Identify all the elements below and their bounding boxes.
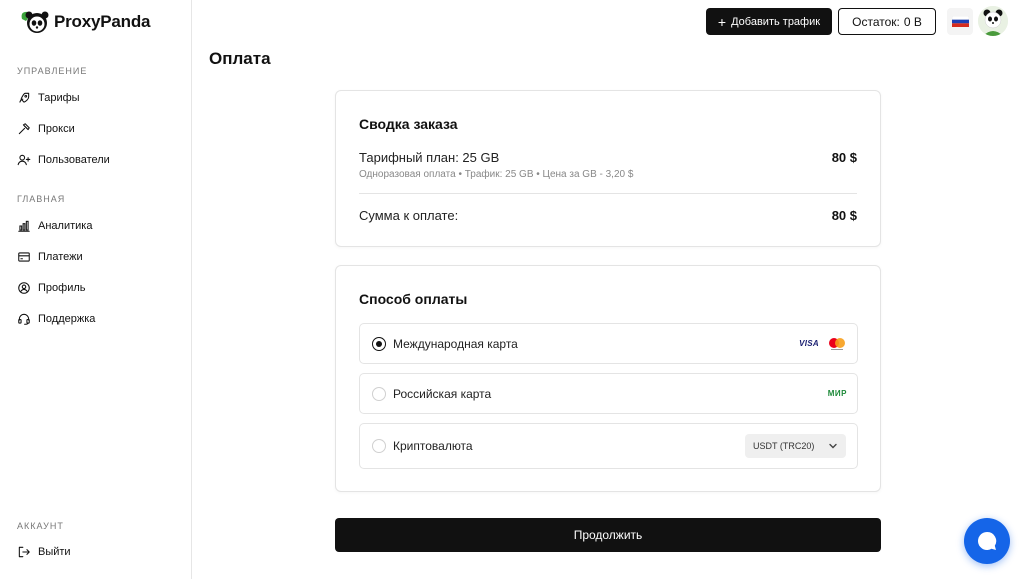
sidebar-item-tariffs[interactable]: Тарифы — [17, 91, 80, 105]
add-traffic-label: Добавить трафик — [731, 15, 821, 28]
chat-bubble-icon — [978, 531, 997, 550]
order-summary-card: Сводка заказа Тарифный план: 25 GB 80 $ … — [335, 90, 881, 247]
total-value: 80 $ — [831, 208, 857, 223]
logo[interactable]: ProxyPanda — [20, 9, 150, 35]
profile-icon — [18, 282, 30, 294]
sidebar-item-proxy[interactable]: Прокси — [17, 122, 75, 136]
total-label: Сумма к оплате: — [359, 208, 459, 223]
hammer-icon — [18, 123, 30, 135]
mir-icon: МИР — [827, 389, 847, 398]
plus-icon: + — [717, 13, 727, 30]
sidebar-item-label: Поддержка — [38, 313, 96, 325]
sidebar-item-users[interactable]: Пользователи — [17, 153, 110, 167]
mastercard-icon — [829, 338, 845, 350]
section-title-management: УПРАВЛЕНИЕ — [17, 66, 88, 76]
balance-label: Остаток: — [852, 14, 900, 29]
visa-icon: VISA — [799, 339, 819, 348]
plan-details: Одноразовая оплата • Трафик: 25 GB • Цен… — [359, 169, 634, 180]
brand-name: ProxyPanda — [54, 12, 151, 31]
option-label: Криптовалюта — [393, 439, 473, 453]
logout-icon — [18, 546, 30, 558]
sidebar-item-payments[interactable]: Платежи — [17, 250, 83, 264]
russia-flag-icon — [951, 16, 969, 27]
payment-method-card: Способ оплаты Международная карта VISA Р… — [335, 265, 881, 492]
chat-widget-button[interactable] — [964, 518, 1010, 564]
add-traffic-button[interactable]: + Добавить трафик — [706, 8, 832, 35]
payment-option-crypto[interactable]: Криптовалюта USDT (TRC20) — [359, 423, 858, 469]
sidebar-item-support[interactable]: Поддержка — [17, 312, 95, 326]
crypto-currency-select[interactable]: USDT (TRC20) — [745, 434, 846, 458]
plan-price: 80 $ — [831, 150, 857, 165]
chevron-down-icon — [829, 443, 837, 449]
sidebar-item-profile[interactable]: Профиль — [17, 281, 86, 295]
avatar[interactable] — [978, 6, 1008, 36]
language-switcher[interactable] — [947, 8, 973, 35]
radio-russian-card[interactable] — [372, 387, 386, 401]
rocket-icon — [19, 92, 30, 103]
bar-chart-icon — [18, 220, 30, 232]
continue-button[interactable]: Продолжить — [335, 518, 881, 552]
radio-international-card[interactable] — [372, 337, 386, 351]
sidebar-item-label: Тарифы — [38, 92, 80, 104]
sidebar-item-label: Аналитика — [38, 220, 93, 232]
payment-method-title: Способ оплаты — [359, 291, 468, 307]
user-plus-icon — [17, 154, 31, 166]
headset-icon — [18, 313, 30, 325]
option-label: Российская карта — [393, 387, 492, 401]
radio-crypto[interactable] — [372, 439, 386, 453]
sidebar-item-analytics[interactable]: Аналитика — [17, 219, 92, 233]
divider — [359, 193, 857, 194]
option-label: Международная карта — [393, 337, 518, 351]
order-summary-title: Сводка заказа — [359, 116, 458, 132]
section-title-main: ГЛАВНАЯ — [17, 194, 66, 204]
page-title: Оплата — [209, 49, 271, 68]
balance-button[interactable]: Остаток: 0 B — [838, 8, 936, 35]
sidebar-item-label: Платежи — [38, 251, 83, 263]
plan-name: Тарифный план: 25 GB — [359, 150, 500, 165]
payment-option-russian-card[interactable]: Российская карта МИР — [359, 373, 858, 414]
sidebar-item-label: Пользователи — [38, 154, 110, 166]
card-icon — [18, 252, 30, 262]
section-title-account: АККАУНТ — [17, 521, 64, 531]
crypto-select-value: USDT (TRC20) — [753, 441, 815, 451]
sidebar-item-label: Прокси — [38, 123, 75, 135]
panda-avatar-icon — [978, 6, 1008, 36]
sidebar-item-logout[interactable]: Выйти — [17, 545, 71, 559]
sidebar-item-label: Выйти — [38, 546, 71, 558]
sidebar: ProxyPanda УПРАВЛЕНИЕ Тарифы Прокси Поль… — [0, 0, 192, 579]
sidebar-item-label: Профиль — [38, 282, 86, 294]
payment-option-international-card[interactable]: Международная карта VISA — [359, 323, 858, 364]
balance-value: 0 B — [903, 14, 922, 29]
panda-logo-icon — [21, 11, 49, 33]
